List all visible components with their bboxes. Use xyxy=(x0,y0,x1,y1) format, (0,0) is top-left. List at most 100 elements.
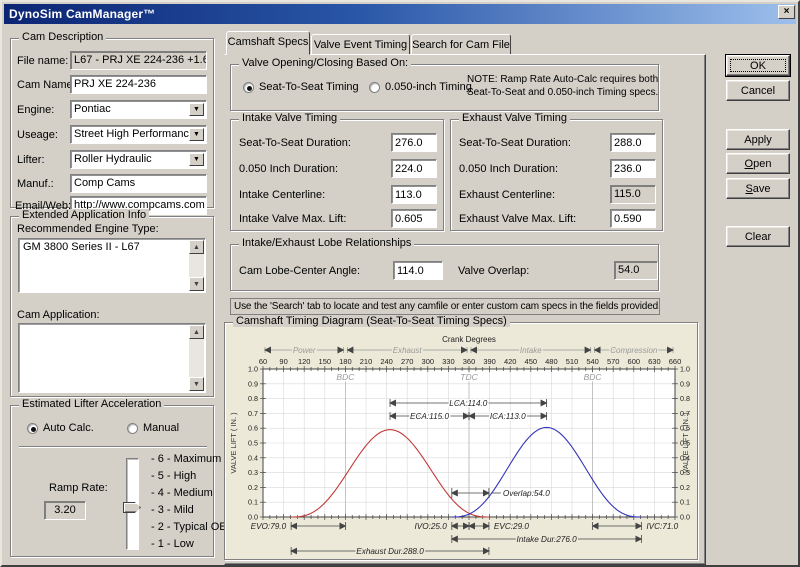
scale-label-4: - 4 - Medium xyxy=(151,487,213,499)
ramp-rate-label: Ramp Rate: xyxy=(49,482,108,494)
svg-text:0.5: 0.5 xyxy=(248,439,258,448)
useage-combobox[interactable]: Street High Performance ▼ xyxy=(70,125,207,144)
svg-text:LCA:114.0: LCA:114.0 xyxy=(449,399,488,408)
lifter-acceleration-title: Estimated Lifter Acceleration xyxy=(19,398,164,410)
lifter-value: Roller Hydraulic xyxy=(74,153,152,165)
intake-centerline-field[interactable] xyxy=(391,185,437,204)
svg-text:240: 240 xyxy=(380,357,393,366)
clear-button[interactable]: Clear xyxy=(726,226,790,247)
note-line-2: Seat-To-Seat and 0.050-inch Timing specs… xyxy=(467,86,658,99)
exhaust-s2s-duration-label: Seat-To-Seat Duration: xyxy=(459,137,571,149)
manuf-field[interactable]: Comp Cams xyxy=(70,174,207,193)
radio-icon xyxy=(369,82,380,93)
close-icon: × xyxy=(784,6,790,17)
scale-label-1: - 1 - Low xyxy=(151,538,194,550)
search-hint-bar: Use the 'Search' tab to locate and test … xyxy=(230,298,660,315)
svg-text:270: 270 xyxy=(401,357,414,366)
svg-text:IVO:25.0: IVO:25.0 xyxy=(415,522,448,531)
seat-to-seat-radio[interactable]: Seat-To-Seat Timing xyxy=(243,81,359,93)
tab-search-for-cam-file[interactable]: Search for Cam File xyxy=(411,34,511,55)
inch-timing-radio[interactable]: 0.050-inch Timing xyxy=(369,81,472,93)
svg-text:330: 330 xyxy=(442,357,455,366)
scrollbar[interactable]: ▲ ▼ xyxy=(189,240,204,291)
svg-text:0.7: 0.7 xyxy=(248,409,258,418)
timing-diagram-group: Camshaft Timing Diagram (Seat-To-Seat Ti… xyxy=(224,322,698,560)
lifter-label: Lifter: xyxy=(17,154,45,166)
exhaust-max-lift-label: Exhaust Valve Max. Lift: xyxy=(459,213,576,225)
chevron-down-icon[interactable]: ▼ xyxy=(189,128,204,141)
inch-timing-label: 0.050-inch Timing xyxy=(385,81,472,93)
lifter-combobox[interactable]: Roller Hydraulic ▼ xyxy=(70,150,207,169)
scroll-down-icon[interactable]: ▼ xyxy=(189,377,204,391)
engine-combobox[interactable]: Pontiac ▼ xyxy=(70,100,207,119)
cancel-button[interactable]: Cancel xyxy=(726,80,790,101)
ramp-rate-value: 3.20 xyxy=(44,501,86,520)
useage-label: Useage: xyxy=(17,129,58,141)
intake-max-lift-field[interactable] xyxy=(391,209,437,228)
exhaust-centerline-label: Exhaust Centerline: xyxy=(459,189,555,201)
svg-text:0.1: 0.1 xyxy=(248,498,258,507)
apply-button[interactable]: Apply xyxy=(726,129,790,150)
svg-text:360: 360 xyxy=(463,357,476,366)
exhaust-s2s-duration-field[interactable] xyxy=(610,133,656,152)
scroll-down-icon[interactable]: ▼ xyxy=(189,277,204,291)
svg-text:TDC: TDC xyxy=(460,372,478,382)
svg-text:VALVE LIFT ( IN. ): VALVE LIFT ( IN. ) xyxy=(229,412,238,474)
dynosim-cammanager-window: DynoSim CamManager™ × Cam Description Fi… xyxy=(0,0,800,567)
svg-text:630: 630 xyxy=(648,357,661,366)
exhaust-centerline-field: 115.0 xyxy=(610,185,656,204)
svg-text:1.0: 1.0 xyxy=(680,365,690,374)
scrollbar[interactable]: ▲ ▼ xyxy=(189,325,204,391)
manual-label: Manual xyxy=(143,422,179,434)
svg-text:Power: Power xyxy=(293,346,316,355)
scroll-up-icon[interactable]: ▲ xyxy=(189,240,204,254)
svg-text:BDC: BDC xyxy=(584,372,603,382)
intake-timing-group: Intake Valve Timing Seat-To-Seat Duratio… xyxy=(230,119,444,231)
tab-camshaft-specs[interactable]: Camshaft Specs xyxy=(226,31,310,55)
svg-text:ECA:115.0: ECA:115.0 xyxy=(410,412,449,421)
scale-label-3: - 3 - Mild xyxy=(151,504,194,516)
exhaust-050-duration-label: 0.050 Inch Duration: xyxy=(459,163,558,175)
save-button[interactable]: Save xyxy=(726,178,790,199)
svg-text:450: 450 xyxy=(525,357,538,366)
recommended-engine-type-textarea[interactable]: GM 3800 Series II - L67 ▲ ▼ xyxy=(18,238,206,293)
scale-label-6: - 6 - Maximum xyxy=(151,453,221,465)
auto-calc-radio[interactable]: Auto Calc. xyxy=(27,422,94,434)
scale-label-5: - 5 - High xyxy=(151,470,196,482)
svg-text:390: 390 xyxy=(483,357,496,366)
svg-text:0.8: 0.8 xyxy=(248,394,258,403)
cam-application-textarea[interactable]: ▲ ▼ xyxy=(18,323,206,393)
manual-radio[interactable]: Manual xyxy=(127,422,179,434)
intake-s2s-duration-field[interactable] xyxy=(391,133,437,152)
open-button[interactable]: Open xyxy=(726,153,790,174)
scroll-up-icon[interactable]: ▲ xyxy=(189,325,204,339)
svg-text:60: 60 xyxy=(259,357,267,366)
intake-timing-title: Intake Valve Timing xyxy=(239,112,340,124)
chevron-down-icon[interactable]: ▼ xyxy=(189,153,204,166)
svg-text:0.2: 0.2 xyxy=(680,483,690,492)
exhaust-050-duration-field[interactable] xyxy=(610,159,656,178)
svg-text:0.6: 0.6 xyxy=(248,424,258,433)
svg-text:570: 570 xyxy=(607,357,620,366)
ramp-rate-note: NOTE: Ramp Rate Auto-Calc requires both … xyxy=(467,73,658,99)
exhaust-max-lift-field[interactable] xyxy=(610,209,656,228)
radio-icon xyxy=(127,423,138,434)
ok-button[interactable]: OK xyxy=(726,55,790,76)
valve-overlap-label: Valve Overlap: xyxy=(458,265,529,277)
cam-name-field[interactable]: PRJ XE 224-236 xyxy=(70,75,207,94)
intake-050-duration-field[interactable] xyxy=(391,159,437,178)
svg-text:0.9: 0.9 xyxy=(248,379,258,388)
file-name-label: File name: xyxy=(17,55,68,67)
svg-text:150: 150 xyxy=(319,357,332,366)
svg-text:0.4: 0.4 xyxy=(248,453,258,462)
lobe-center-angle-field[interactable] xyxy=(393,261,443,280)
chevron-down-icon[interactable]: ▼ xyxy=(189,103,204,116)
seat-to-seat-label: Seat-To-Seat Timing xyxy=(259,81,359,93)
intake-s2s-duration-label: Seat-To-Seat Duration: xyxy=(239,137,351,149)
svg-text:0.2: 0.2 xyxy=(248,483,258,492)
tab-valve-event-timing[interactable]: Valve Event Timing xyxy=(311,34,410,55)
close-button[interactable]: × xyxy=(778,5,795,19)
valve-basis-group: Valve Opening/Closing Based On: Seat-To-… xyxy=(230,64,659,111)
cam-description-title: Cam Description xyxy=(19,31,106,43)
divider xyxy=(19,446,207,447)
